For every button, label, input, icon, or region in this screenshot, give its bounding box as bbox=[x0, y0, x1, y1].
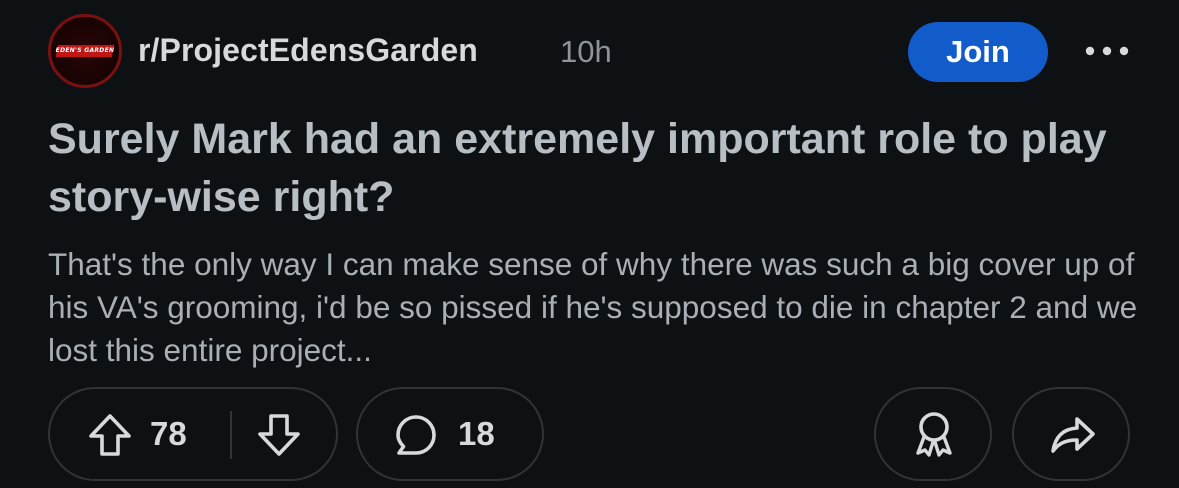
post-time: 10h bbox=[560, 34, 612, 69]
award-icon-wrap bbox=[911, 409, 957, 459]
vote-count: 78 bbox=[150, 415, 187, 452]
downvote-button[interactable] bbox=[255, 411, 303, 459]
share-icon-wrap bbox=[1050, 413, 1096, 457]
subreddit-avatar[interactable]: EDEN'S GARDEN bbox=[48, 14, 122, 88]
comments-button[interactable]: 18 bbox=[356, 387, 544, 481]
arrow-up-icon bbox=[89, 414, 131, 456]
upvote-button[interactable] bbox=[86, 411, 134, 459]
vote-divider bbox=[230, 411, 232, 459]
share-button[interactable] bbox=[1012, 387, 1130, 481]
award-button[interactable] bbox=[874, 387, 992, 481]
more-dots-icon bbox=[1085, 46, 1129, 56]
award-icon bbox=[916, 412, 952, 457]
share-arrow-icon bbox=[1051, 417, 1095, 453]
vote-controls: 78 bbox=[48, 387, 338, 481]
more-options-button[interactable] bbox=[1082, 34, 1132, 68]
comment-count: 18 bbox=[458, 415, 495, 452]
post-title[interactable]: Surely Mark had an extremely important r… bbox=[48, 110, 1138, 226]
post-body[interactable]: That's the only way I can make sense of … bbox=[48, 243, 1138, 372]
post-header: EDEN'S GARDEN r/ProjectEdensGarden 10h J… bbox=[48, 14, 1138, 90]
comment-bubble-icon bbox=[396, 415, 436, 455]
avatar-logo-text: EDEN'S GARDEN bbox=[55, 47, 115, 54]
post-card[interactable]: EDEN'S GARDEN r/ProjectEdensGarden 10h J… bbox=[0, 0, 1179, 488]
arrow-down-icon bbox=[258, 414, 300, 456]
comment-icon-wrap bbox=[394, 413, 438, 457]
subreddit-name[interactable]: r/ProjectEdensGarden bbox=[138, 32, 478, 69]
join-button[interactable]: Join bbox=[908, 22, 1048, 82]
